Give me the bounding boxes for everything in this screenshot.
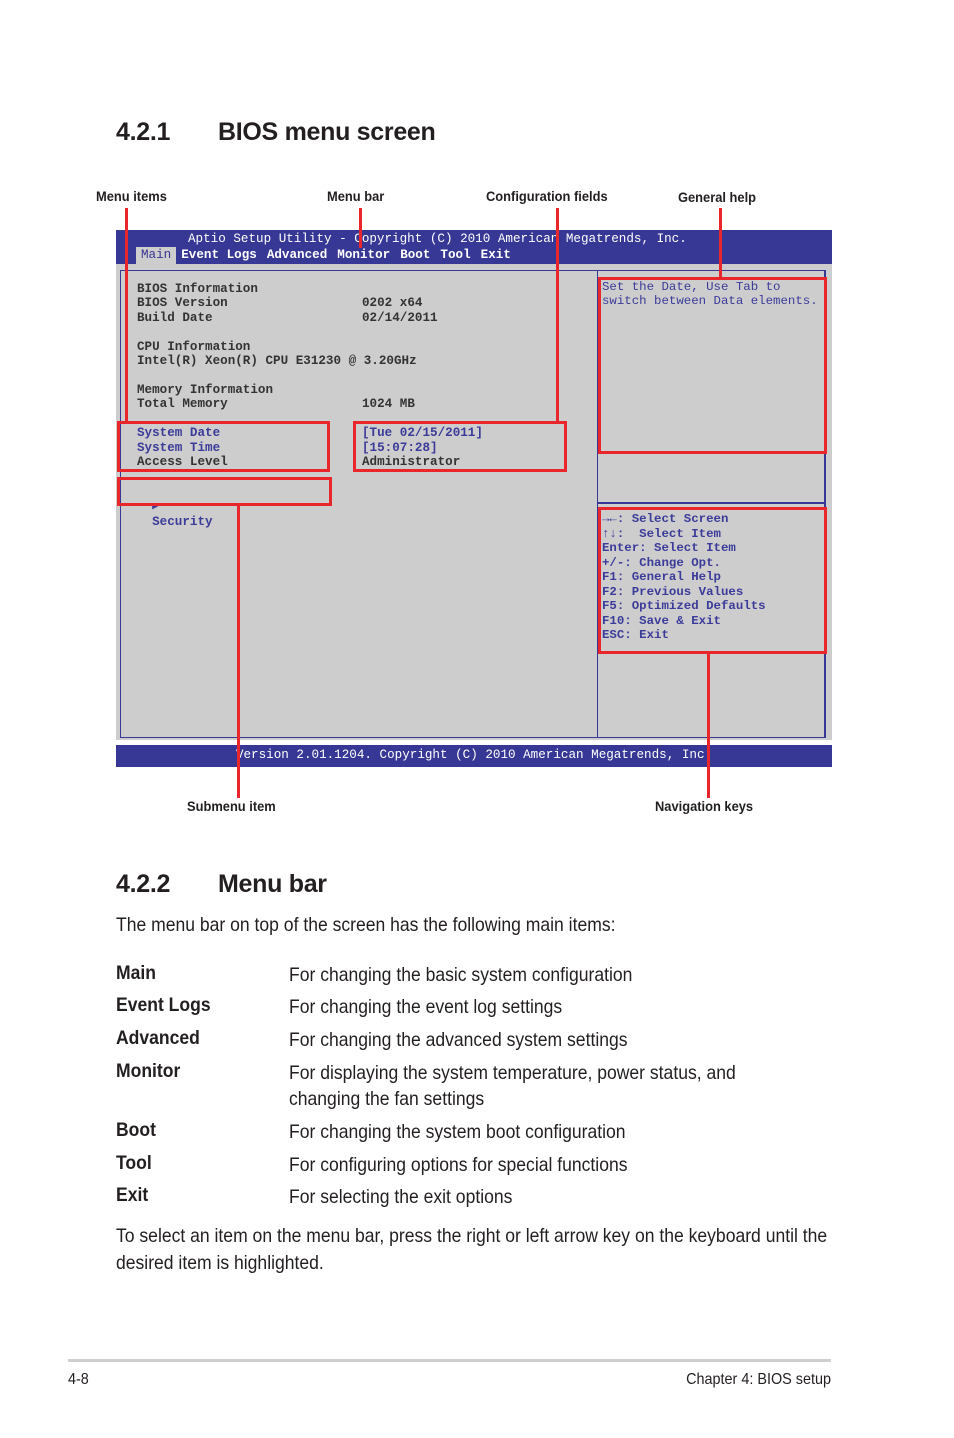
section-number: 4.2.1	[116, 118, 171, 146]
bios-version-bar: Version 2.01.1204. Copyright (C) 2010 Am…	[116, 745, 832, 767]
menu-description: For changing the basic system configurat…	[289, 964, 633, 986]
bios-version-text: Version 2.01.1204. Copyright (C) 2010 Am…	[235, 748, 713, 762]
menu-term: Boot	[116, 1119, 156, 1141]
leader-menu-items	[125, 208, 128, 422]
section-number: 4.2.2	[116, 870, 171, 898]
callout-box-config-fields	[353, 421, 567, 472]
chapter-title: Chapter 4: BIOS setup	[686, 1371, 831, 1388]
info-cpu-information: CPU Information	[137, 340, 251, 354]
info-total-memory-label: Total Memory	[137, 397, 228, 411]
bios-title-bar: Aptio Setup Utility - Copyright (C) 2010…	[116, 230, 832, 264]
menu-description: For changing the advanced system setting…	[289, 1029, 628, 1051]
submenu-security-label: Security	[152, 515, 213, 529]
callout-configuration-fields: Configuration fields	[486, 188, 608, 204]
info-bios-information: BIOS Information	[137, 282, 258, 296]
menu-term: Tool	[116, 1152, 152, 1174]
info-total-memory-value: 1024 MB	[362, 397, 415, 411]
leader-menu-bar	[359, 208, 362, 248]
info-build-date-label: Build Date	[137, 311, 213, 325]
callout-menu-bar: Menu bar	[327, 188, 385, 204]
menu-term: Event Logs	[116, 994, 211, 1016]
info-bios-version-label: BIOS Version	[137, 296, 228, 310]
menu-description: For changing the event log settings	[289, 996, 563, 1018]
menu-description: For changing the system boot configurati…	[289, 1121, 626, 1143]
footer-divider	[68, 1359, 831, 1362]
info-build-date-value: 02/14/2011	[362, 311, 438, 325]
menu-term: Exit	[116, 1184, 149, 1206]
info-memory-information: Memory Information	[137, 383, 274, 397]
bios-menu-monitor[interactable]: Monitor	[332, 247, 395, 264]
callout-box-menu-items	[117, 421, 330, 472]
callout-box-submenu	[117, 477, 332, 506]
leader-navigation-keys	[707, 653, 710, 798]
panel-divider-horizontal	[597, 502, 826, 504]
bios-menu-main[interactable]: Main	[136, 247, 177, 264]
leader-config-fields	[556, 208, 559, 422]
callout-menu-items: Menu items	[96, 188, 167, 204]
section-title: Menu bar	[218, 870, 327, 898]
menu-bar-instructions: To select an item on the menu bar, press…	[116, 1225, 828, 1274]
callout-submenu-item: Submenu item	[187, 798, 276, 814]
leader-general-help	[719, 208, 722, 278]
bios-menu-exit[interactable]: Exit	[476, 247, 516, 264]
menu-description: For configuring options for special func…	[289, 1154, 628, 1176]
bios-menu-advanced[interactable]: Advanced	[262, 247, 332, 264]
bios-title: Aptio Setup Utility - Copyright (C) 2010…	[188, 232, 687, 246]
menu-bar-intro: The menu bar on top of the screen has th…	[116, 914, 616, 936]
menu-description-cont: changing the fan settings	[289, 1088, 485, 1110]
bios-menu-boot[interactable]: Boot	[395, 247, 435, 264]
info-bios-version-value: 0202 x64	[362, 296, 423, 310]
bios-menu-event-logs[interactable]: Event Logs	[176, 247, 262, 264]
page-number: 4-8	[68, 1371, 89, 1388]
callout-navigation-keys: Navigation keys	[655, 798, 754, 814]
callout-box-navigation-keys	[598, 507, 827, 654]
info-cpu-model: Intel(R) Xeon(R) CPU E31230 @ 3.20GHz	[137, 354, 417, 368]
bios-menu-tool[interactable]: Tool	[435, 247, 475, 264]
menu-term: Main	[116, 962, 156, 984]
callout-box-general-help	[598, 277, 827, 454]
menu-description: For selecting the exit options	[289, 1186, 513, 1208]
section-title: BIOS menu screen	[218, 118, 436, 146]
menu-term: Advanced	[116, 1027, 200, 1049]
leader-submenu	[237, 505, 240, 798]
callout-general-help: General help	[678, 189, 757, 205]
menu-term: Monitor	[116, 1060, 181, 1082]
bios-menu-bar: Main Event Logs Advanced Monitor Boot To…	[136, 247, 516, 264]
menu-description: For displaying the system temperature, p…	[289, 1062, 736, 1084]
